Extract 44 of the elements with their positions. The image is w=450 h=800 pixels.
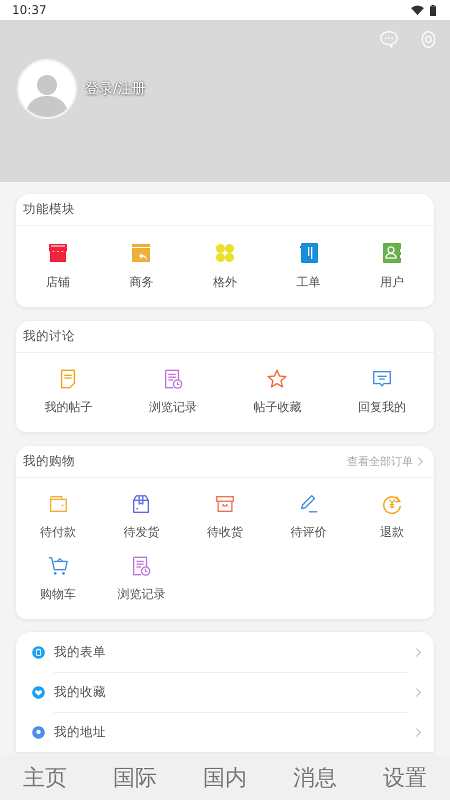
grid-item[interactable]: 退款 [380, 493, 404, 541]
section-title: 我的讨论 [23, 328, 75, 345]
history-document-icon [130, 555, 152, 577]
section-title: 我的购物 [23, 453, 75, 470]
nav-tab[interactable]: 国内 [199, 760, 251, 794]
yen-refund-icon [381, 493, 404, 515]
grid-item[interactable]: 店铺 [46, 241, 70, 291]
box-icon [214, 493, 236, 515]
grid-item[interactable]: 格外 [212, 241, 237, 291]
star-icon [266, 368, 288, 390]
status-time: 10:37 [12, 3, 47, 17]
nav-tab[interactable]: 主页 [19, 760, 71, 794]
login-register-link[interactable]: 登录/注册 [85, 80, 146, 98]
chevron-icon [417, 456, 424, 467]
menu-item[interactable]: 我的地址 [54, 712, 407, 752]
battery-icon [430, 4, 436, 16]
grid-item[interactable]: 浏览记录 [148, 368, 197, 416]
cart-icon [46, 555, 69, 577]
chevron-icon [415, 646, 422, 658]
settings-icon[interactable] [419, 30, 438, 49]
grid-item[interactable]: 工单 [296, 241, 321, 291]
menu-item[interactable]: 我的收藏 [54, 672, 407, 712]
nav-tab[interactable]: 国际 [109, 760, 161, 794]
menu-item[interactable]: 我的表单 [54, 632, 407, 672]
grid-item[interactable]: 商务 [129, 241, 154, 291]
grid-item[interactable]: 帖子收藏 [253, 368, 302, 416]
chevron-icon [415, 726, 422, 738]
clipboard-icon [31, 644, 46, 660]
grid-item[interactable]: 购物车 [40, 555, 76, 603]
grid-item[interactable]: 待评价 [290, 493, 327, 541]
nav-tab[interactable]: 设置 [379, 760, 431, 794]
nav-tab[interactable]: 消息 [289, 760, 341, 794]
grid-item[interactable]: 我的帖子 [44, 368, 92, 416]
chat-bubble-icon[interactable] [379, 30, 399, 48]
section-title: 功能模块 [23, 201, 75, 218]
grid-item[interactable]: 用户 [380, 241, 404, 291]
wifi-icon [411, 5, 424, 15]
chevron-icon [415, 686, 422, 698]
grid-item[interactable]: 待付款 [40, 493, 76, 541]
grid-item[interactable]: 待发货 [123, 493, 160, 541]
grid-item[interactable]: 回复我的 [358, 368, 406, 416]
location-icon [31, 724, 46, 740]
grid-item[interactable]: 待收货 [206, 493, 243, 541]
grid-item[interactable]: 浏览记录 [117, 555, 166, 603]
